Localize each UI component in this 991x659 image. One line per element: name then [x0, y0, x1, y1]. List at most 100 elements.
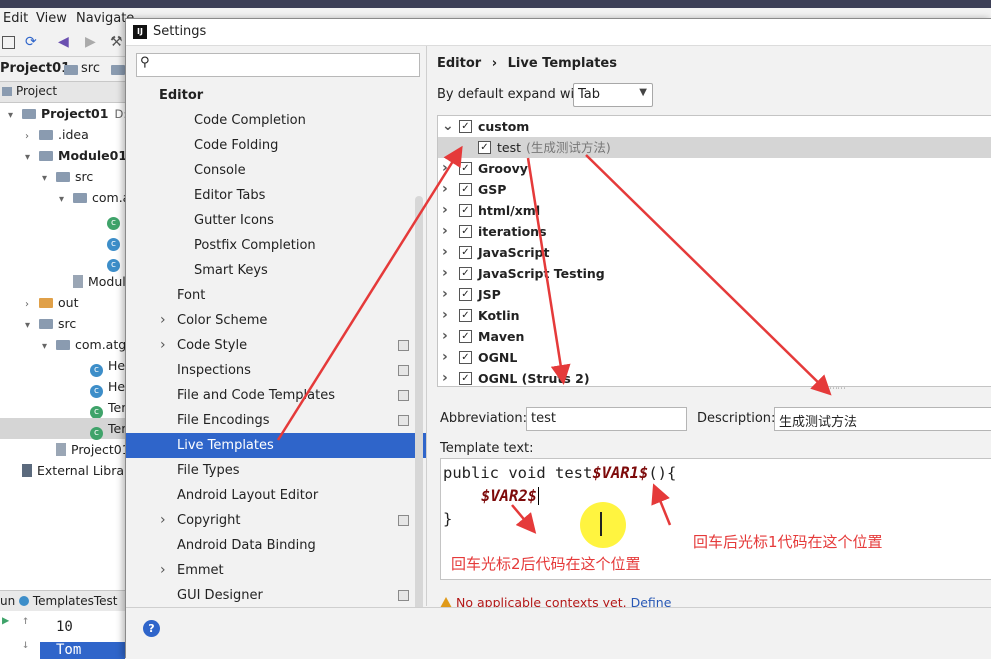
chevron-down-icon[interactable]: ▾: [59, 189, 73, 210]
project-tree-row[interactable]: cCu: [0, 208, 142, 230]
project-tree-row[interactable]: Project01.iml: [0, 439, 153, 460]
up-arrow-icon[interactable]: ↑: [22, 613, 29, 627]
template-checkbox[interactable]: ✓: [459, 246, 472, 259]
settings-nav-item[interactable]: Code Completion: [126, 108, 426, 133]
chevron-right-icon[interactable]: ›: [442, 263, 448, 284]
template-checkbox[interactable]: ✓: [459, 309, 472, 322]
chevron-right-icon[interactable]: ›: [442, 221, 448, 242]
project-tree-row[interactable]: cStu: [0, 250, 146, 272]
chevron-right-icon[interactable]: ›: [442, 284, 448, 305]
template-group-row[interactable]: › ✓ html/xml: [438, 200, 991, 221]
settings-nav-item[interactable]: File and Code Templates: [126, 383, 426, 408]
chevron-down-icon[interactable]: ▾: [25, 147, 39, 168]
chevron-right-icon[interactable]: ›: [442, 242, 448, 263]
template-row[interactable]: ✓ test (生成测试方法): [438, 137, 991, 158]
project-tree-row[interactable]: cTempl: [0, 418, 145, 440]
template-checkbox[interactable]: ✓: [459, 120, 472, 133]
project-tree-row[interactable]: ▾ Module01: [0, 145, 127, 168]
breadcrumb-parent[interactable]: Editor: [437, 56, 481, 71]
chevron-down-icon[interactable]: ▾: [42, 336, 56, 357]
template-group-row[interactable]: › ✓ JavaScript Testing: [438, 263, 991, 284]
chevron-down-icon[interactable]: ▾: [25, 315, 39, 336]
chevron-right-icon[interactable]: ›: [442, 305, 448, 326]
chevron-down-icon[interactable]: ⌄: [442, 116, 454, 137]
chevron-down-icon[interactable]: ▾: [42, 168, 56, 189]
settings-search-input[interactable]: ⚲: [136, 53, 420, 77]
chevron-right-icon[interactable]: ›: [25, 126, 39, 147]
abbreviation-input[interactable]: test: [526, 407, 687, 431]
template-checkbox[interactable]: ✓: [459, 204, 472, 217]
settings-nav-item[interactable]: Gutter Icons: [126, 208, 426, 233]
chevron-right-icon[interactable]: ›: [25, 294, 39, 315]
template-group-row[interactable]: › ✓ OGNL (Struts 2): [438, 368, 991, 386]
chevron-right-icon[interactable]: ›: [160, 308, 166, 333]
settings-nav-item[interactable]: Postfix Completion: [126, 233, 426, 258]
chevron-right-icon[interactable]: ›: [442, 158, 448, 179]
settings-nav-item[interactable]: GUI Designer: [126, 583, 426, 608]
menu-view[interactable]: View: [36, 11, 67, 26]
project-tree-row[interactable]: cHelloV: [0, 376, 148, 398]
settings-nav-item[interactable]: Editor: [126, 83, 426, 108]
project-tree-row[interactable]: c Hello: [0, 355, 140, 377]
splitter-handle[interactable]: ⋯⋯: [437, 384, 991, 394]
settings-nav-item[interactable]: File Encodings: [126, 408, 426, 433]
template-checkbox[interactable]: ✓: [459, 288, 472, 301]
project-tree-row[interactable]: ▾ com.atgu: [0, 334, 134, 357]
settings-nav-item[interactable]: Smart Keys: [126, 258, 426, 283]
settings-nav-item[interactable]: File Types: [126, 458, 426, 483]
project-tree-row[interactable]: ▾ com.a: [0, 187, 130, 210]
project-tree-row[interactable]: ▾ src: [0, 313, 125, 334]
template-group-row[interactable]: › ✓ Maven: [438, 326, 991, 347]
rerun-icon[interactable]: ▶: [2, 613, 9, 627]
settings-nav-item[interactable]: Android Layout Editor: [126, 483, 426, 508]
help-button[interactable]: ?: [143, 620, 160, 637]
template-checkbox[interactable]: ✓: [459, 225, 472, 238]
template-group-row[interactable]: › ✓ Groovy: [438, 158, 991, 179]
project-tree-row[interactable]: › out: [0, 292, 125, 313]
template-group-row[interactable]: › ✓ Kotlin: [438, 305, 991, 326]
template-checkbox[interactable]: ✓: [459, 267, 472, 280]
settings-nav-item[interactable]: › Color Scheme: [126, 308, 426, 333]
chevron-right-icon[interactable]: ›: [442, 179, 448, 200]
chevron-right-icon[interactable]: ›: [160, 508, 166, 533]
description-input[interactable]: 生成测试方法: [774, 407, 991, 431]
template-checkbox[interactable]: ✓: [459, 183, 472, 196]
forward-icon[interactable]: ▶: [85, 34, 96, 50]
chevron-right-icon[interactable]: ›: [442, 368, 448, 386]
settings-nav-item[interactable]: Inspections: [126, 358, 426, 383]
project-tree-row[interactable]: External Librarie: [0, 460, 140, 481]
project-tree-row[interactable]: Module01: [0, 271, 149, 292]
project-tree-row[interactable]: ▾Project01D:\wo: [0, 103, 148, 126]
settings-nav-item[interactable]: Android Data Binding: [126, 533, 426, 558]
project-tool-tab[interactable]: Project: [0, 82, 125, 103]
project-tree-row[interactable]: cTempl: [0, 397, 145, 419]
chevron-down-icon[interactable]: ▾: [8, 105, 22, 126]
chevron-right-icon[interactable]: ›: [442, 347, 448, 368]
nav-scrollbar[interactable]: [415, 196, 423, 626]
settings-nav-item[interactable]: Code Folding: [126, 133, 426, 158]
chevron-right-icon[interactable]: ›: [160, 558, 166, 583]
settings-nav-item[interactable]: Editor Tabs: [126, 183, 426, 208]
template-checkbox[interactable]: ✓: [459, 372, 472, 385]
crumb-project[interactable]: Project01: [0, 61, 70, 76]
settings-nav-item[interactable]: › Code Style: [126, 333, 426, 358]
chevron-right-icon[interactable]: ›: [160, 333, 166, 358]
sync-icon[interactable]: ⟳: [25, 34, 37, 50]
run-tool-tab[interactable]: un TemplatesTest: [0, 590, 125, 611]
back-icon[interactable]: ◀: [58, 34, 69, 50]
menu-edit[interactable]: Edit: [3, 11, 28, 26]
chevron-right-icon[interactable]: ›: [442, 200, 448, 221]
template-checkbox[interactable]: ✓: [459, 162, 472, 175]
template-group-row[interactable]: › ✓ JavaScript: [438, 242, 991, 263]
project-tree-row[interactable]: › .idea: [0, 124, 125, 145]
hammer-icon[interactable]: ⚒: [110, 34, 123, 50]
template-group-row[interactable]: ⌄ ✓ custom: [438, 116, 991, 137]
template-checkbox[interactable]: ✓: [459, 330, 472, 343]
template-group-row[interactable]: › ✓ JSP: [438, 284, 991, 305]
crumb-src[interactable]: src: [81, 61, 100, 76]
project-tree-row[interactable]: cPe: [0, 229, 140, 251]
settings-nav-item[interactable]: Live Templates: [126, 433, 426, 458]
chevron-right-icon[interactable]: ›: [442, 326, 448, 347]
settings-nav-item[interactable]: › Copyright: [126, 508, 426, 533]
down-arrow-icon[interactable]: ↓: [22, 637, 29, 651]
